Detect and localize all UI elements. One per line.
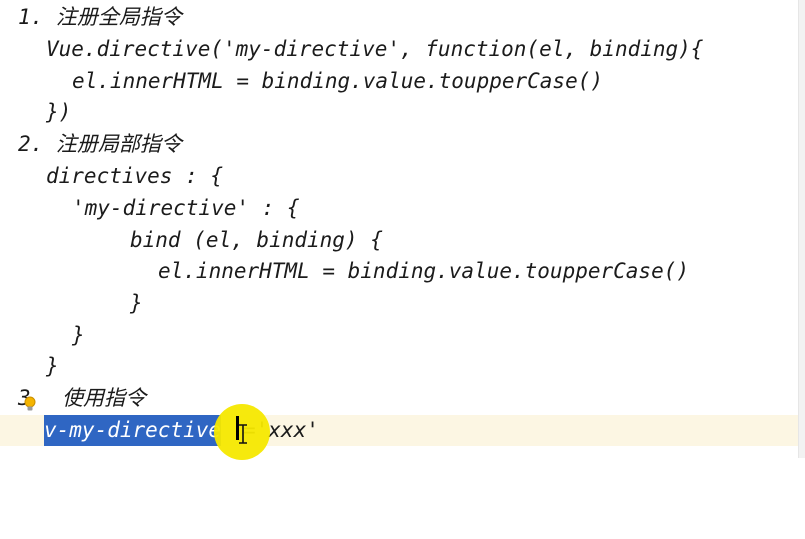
line-text: 1. 注册全局指令	[18, 5, 182, 29]
code-editor[interactable]: 1. 注册全局指令 Vue.directive('my-directive', …	[0, 0, 805, 460]
line-text: }	[130, 291, 143, 315]
line-text: 使用指令	[62, 386, 146, 410]
code-line-2: Vue.directive('my-directive', function(e…	[0, 34, 805, 65]
code-line-7: 'my-directive' : {	[0, 193, 805, 224]
line-text: Vue.directive('my-directive', function(e…	[46, 37, 704, 61]
line-text: el.innerHTML = binding.value.toupperCase…	[72, 69, 604, 93]
code-line-8: bind (el, binding) {	[0, 225, 805, 256]
line-text: directives : {	[46, 164, 224, 188]
code-line-11: }	[0, 320, 805, 351]
code-line-13: 3 使用指令	[0, 383, 805, 414]
code-line-1: 1. 注册全局指令	[0, 2, 805, 33]
line-text: 'my-directive' : {	[72, 196, 300, 220]
code-line-14-current[interactable]: v-my-directive ='xxx'	[0, 415, 805, 446]
line-text: })	[46, 100, 72, 124]
line-text: }	[46, 354, 59, 378]
code-line-10: }	[0, 288, 805, 319]
code-line-6: directives : {	[0, 161, 805, 192]
line-text: }	[72, 323, 85, 347]
code-line-9: el.innerHTML = binding.value.toupperCase…	[0, 256, 805, 287]
lightbulb-icon[interactable]	[24, 396, 36, 412]
code-line-3: el.innerHTML = binding.value.toupperCase…	[0, 66, 805, 97]
code-line-12: }	[0, 351, 805, 382]
ibeam-cursor-icon	[239, 424, 247, 444]
vertical-scrollbar[interactable]	[798, 0, 805, 458]
line-text: el.innerHTML = binding.value.toupperCase…	[158, 259, 690, 283]
line-text: 2. 注册局部指令	[18, 132, 182, 156]
selected-text[interactable]: v-my-directive	[44, 415, 222, 446]
code-line-4: })	[0, 97, 805, 128]
code-line-5: 2. 注册局部指令	[0, 129, 805, 160]
line-text: bind (el, binding) {	[130, 228, 383, 252]
